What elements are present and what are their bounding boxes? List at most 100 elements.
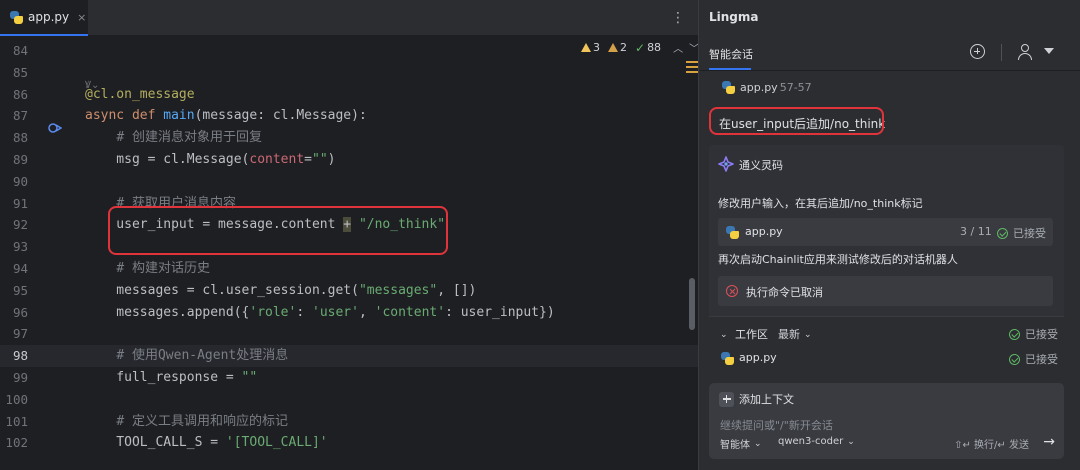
chevron-down-icon[interactable]: ⌄ (804, 330, 812, 340)
command-status-text: 执行命令已取消 (746, 286, 823, 299)
code-text[interactable]: # 使用Qwen-Agent处理消息 (85, 345, 288, 367)
code-line[interactable]: 88 # 创建消息对象用于回复 (0, 127, 699, 149)
code-text[interactable]: # 构建对话历史 (85, 258, 210, 280)
tab-close-icon[interactable]: × (77, 11, 86, 24)
line-number: 102 (5, 435, 28, 451)
workspace-filter[interactable]: 最新 (778, 326, 800, 342)
tab-label: app.py (28, 10, 70, 24)
chat-input-box[interactable]: 添加上下文 继续提问或"/"新开会话 智能体 ⌄ qwen3-coder ⌄ ⇧↵ … (709, 383, 1064, 459)
line-number: 97 (12, 326, 28, 342)
line-number: 86 (12, 86, 28, 102)
warning-count: 3 (593, 41, 600, 54)
chevron-down-icon[interactable]: ⌄ (720, 330, 728, 340)
chevron-up-icon[interactable]: ︿ (673, 40, 683, 55)
line-number: 98 (12, 348, 28, 364)
line-number: 91 (12, 195, 28, 211)
assistant-name: 通义灵码 (739, 159, 783, 172)
code-line[interactable]: 99 full_response = "" (0, 367, 699, 389)
send-icon[interactable]: → (1043, 434, 1055, 450)
fold-hint[interactable]: Ꝟ⌄ (85, 77, 99, 91)
line-number: 88 (12, 130, 28, 146)
model-selector[interactable]: qwen3-coder ⌄ (778, 436, 855, 447)
workspace-file-name: app.py (739, 351, 777, 364)
editor-scrollbar-thumb[interactable] (689, 278, 695, 330)
line-number: 94 (12, 261, 28, 276)
input-toolbar: 智能体 ⌄ qwen3-coder ⌄ ⇧↵ 换行/↵ 发送 → (720, 434, 1055, 454)
add-context-button[interactable]: 添加上下文 (719, 391, 794, 407)
code-line[interactable]: 86 @cl.on_message (0, 84, 699, 106)
new-chat-icon[interactable] (970, 44, 985, 59)
async-run-gutter-icon[interactable] (48, 122, 62, 134)
header-separator (700, 70, 1080, 71)
code-editor[interactable]: app.py × ⋮ 84 85 86 @cl.on_message 87 async d… (0, 0, 699, 470)
code-line[interactable]: 95 messages = cl.user_session.get("messa… (0, 280, 699, 302)
annotation-highlight-box (709, 107, 884, 135)
line-number: 93 (12, 239, 28, 255)
changed-file-card[interactable]: app.py 3 / 11 已接受 (718, 218, 1053, 246)
scroll-marker[interactable] (686, 71, 698, 73)
line-number: 84 (12, 43, 28, 58)
accepted-status: 已接受 (1009, 326, 1058, 342)
tab-app-py[interactable]: app.py × (0, 0, 88, 36)
code-text[interactable]: TOOL_CALL_S = '[TOOL_CALL]' (85, 432, 327, 454)
code-line[interactable]: 100 (0, 389, 699, 411)
line-number: 85 (12, 64, 28, 80)
code-line[interactable]: 94 # 构建对话历史 (0, 258, 699, 280)
workspace-file-row[interactable]: app.py 已接受 (709, 348, 1064, 370)
reply-text: 修改用户输入，在其后追加/no_think标记 (718, 197, 923, 210)
file-range: 57-57 (779, 81, 812, 94)
code-text[interactable]: async def main(message: cl.Message): (85, 105, 367, 127)
python-file-icon (10, 10, 23, 24)
chevron-down-icon: ⌄ (847, 436, 855, 447)
code-text[interactable]: @cl.on_message (85, 84, 195, 106)
user-message-file-ref[interactable]: app.py 57-57 (722, 81, 812, 94)
more-options-icon[interactable]: ⋮ (671, 9, 685, 27)
scroll-marker[interactable] (686, 61, 698, 63)
code-text[interactable]: messages.append({'role': 'user', 'conten… (85, 302, 554, 324)
caret-down-icon[interactable] (1044, 48, 1054, 54)
accepted-status: 已接受 (1009, 351, 1058, 367)
plus-icon (719, 391, 734, 407)
code-line[interactable]: 96 messages.append({'role': 'user', 'con… (0, 302, 699, 324)
toolbar-divider (1001, 44, 1002, 61)
typo-count: 88 (647, 41, 662, 54)
line-number: 100 (5, 391, 28, 407)
lingma-panel: Lingma 智能会话 app.py 57-57 在user_input后追加/… (700, 0, 1080, 470)
line-number: 96 (12, 304, 28, 320)
mode-selector[interactable]: 智能体 ⌄ (720, 436, 762, 452)
code-text[interactable]: messages = cl.user_session.get("messages… (85, 280, 476, 302)
python-file-icon (721, 352, 734, 365)
weak-warning-icon (608, 43, 618, 52)
line-number: 99 (12, 370, 28, 385)
code-line[interactable]: 85 (0, 62, 699, 84)
scroll-marker[interactable] (686, 66, 698, 68)
python-file-icon (726, 226, 739, 239)
user-icon[interactable] (1018, 44, 1032, 60)
code-text[interactable]: msg = cl.Message(content="") (85, 149, 335, 171)
workspace-header[interactable]: ⌄ 工作区 最新 ⌄ 已接受 (709, 322, 1064, 344)
change-count: 3 / 11 (960, 225, 992, 238)
typo-check-icon: ✓ (635, 40, 646, 55)
code-line[interactable]: 97 (0, 323, 699, 345)
code-line[interactable]: 87 async def main(message: cl.Message): (0, 105, 699, 127)
inspection-widget[interactable]: 3 2 ✓ 88 ︿ ﹀ (581, 40, 699, 55)
chat-input-placeholder[interactable]: 继续提问或"/"新开会话 (720, 417, 833, 433)
line-number: 92 (12, 217, 28, 233)
check-circle-icon (1009, 353, 1020, 365)
code-line[interactable]: 98 # 使用Qwen-Agent处理消息 (0, 345, 699, 368)
tab-smart-chat[interactable]: 智能会话 (709, 46, 753, 62)
code-line[interactable]: 101 # 定义工具调用和响应的标记 (0, 411, 699, 433)
code-text[interactable]: # 定义工具调用和响应的标记 (85, 411, 288, 433)
code-text[interactable]: full_response = "" (85, 367, 257, 389)
tongyi-lingma-logo-icon (718, 156, 734, 172)
accepted-status: 已接受 (997, 225, 1046, 241)
pane-divider[interactable] (698, 0, 699, 470)
line-number: 95 (12, 282, 28, 298)
code-text[interactable]: # 创建消息对象用于回复 (85, 127, 262, 149)
code-line[interactable]: 89 msg = cl.Message(content="") (0, 149, 699, 171)
code-line[interactable]: 90 (0, 171, 699, 193)
command-card[interactable]: 执行命令已取消 (718, 276, 1053, 306)
warning-icon (581, 43, 591, 52)
code-line[interactable]: 102 TOOL_CALL_S = '[TOOL_CALL]' (0, 432, 699, 454)
check-circle-icon (997, 227, 1008, 239)
